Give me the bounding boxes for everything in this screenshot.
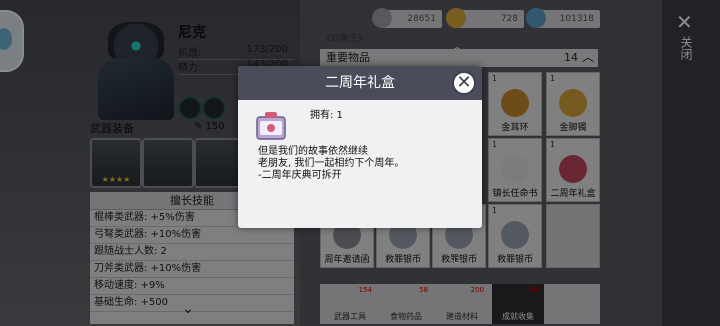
close-button[interactable]: ✕ (452, 71, 476, 95)
item-detail-dialog: 二周年礼盒 ✕ 拥有: 1 但是我们的故事依然继续 老朋友, 我们一起相约下个周… (238, 66, 482, 228)
gift-box-icon (256, 112, 286, 140)
dialog-title: 二周年礼盒 (238, 66, 482, 100)
item-description: 但是我们的故事依然继续 老朋友, 我们一起相约下个周年。 -二周年庆典可拆开 (258, 146, 405, 181)
owned-count: 拥有: 1 (310, 110, 343, 121)
